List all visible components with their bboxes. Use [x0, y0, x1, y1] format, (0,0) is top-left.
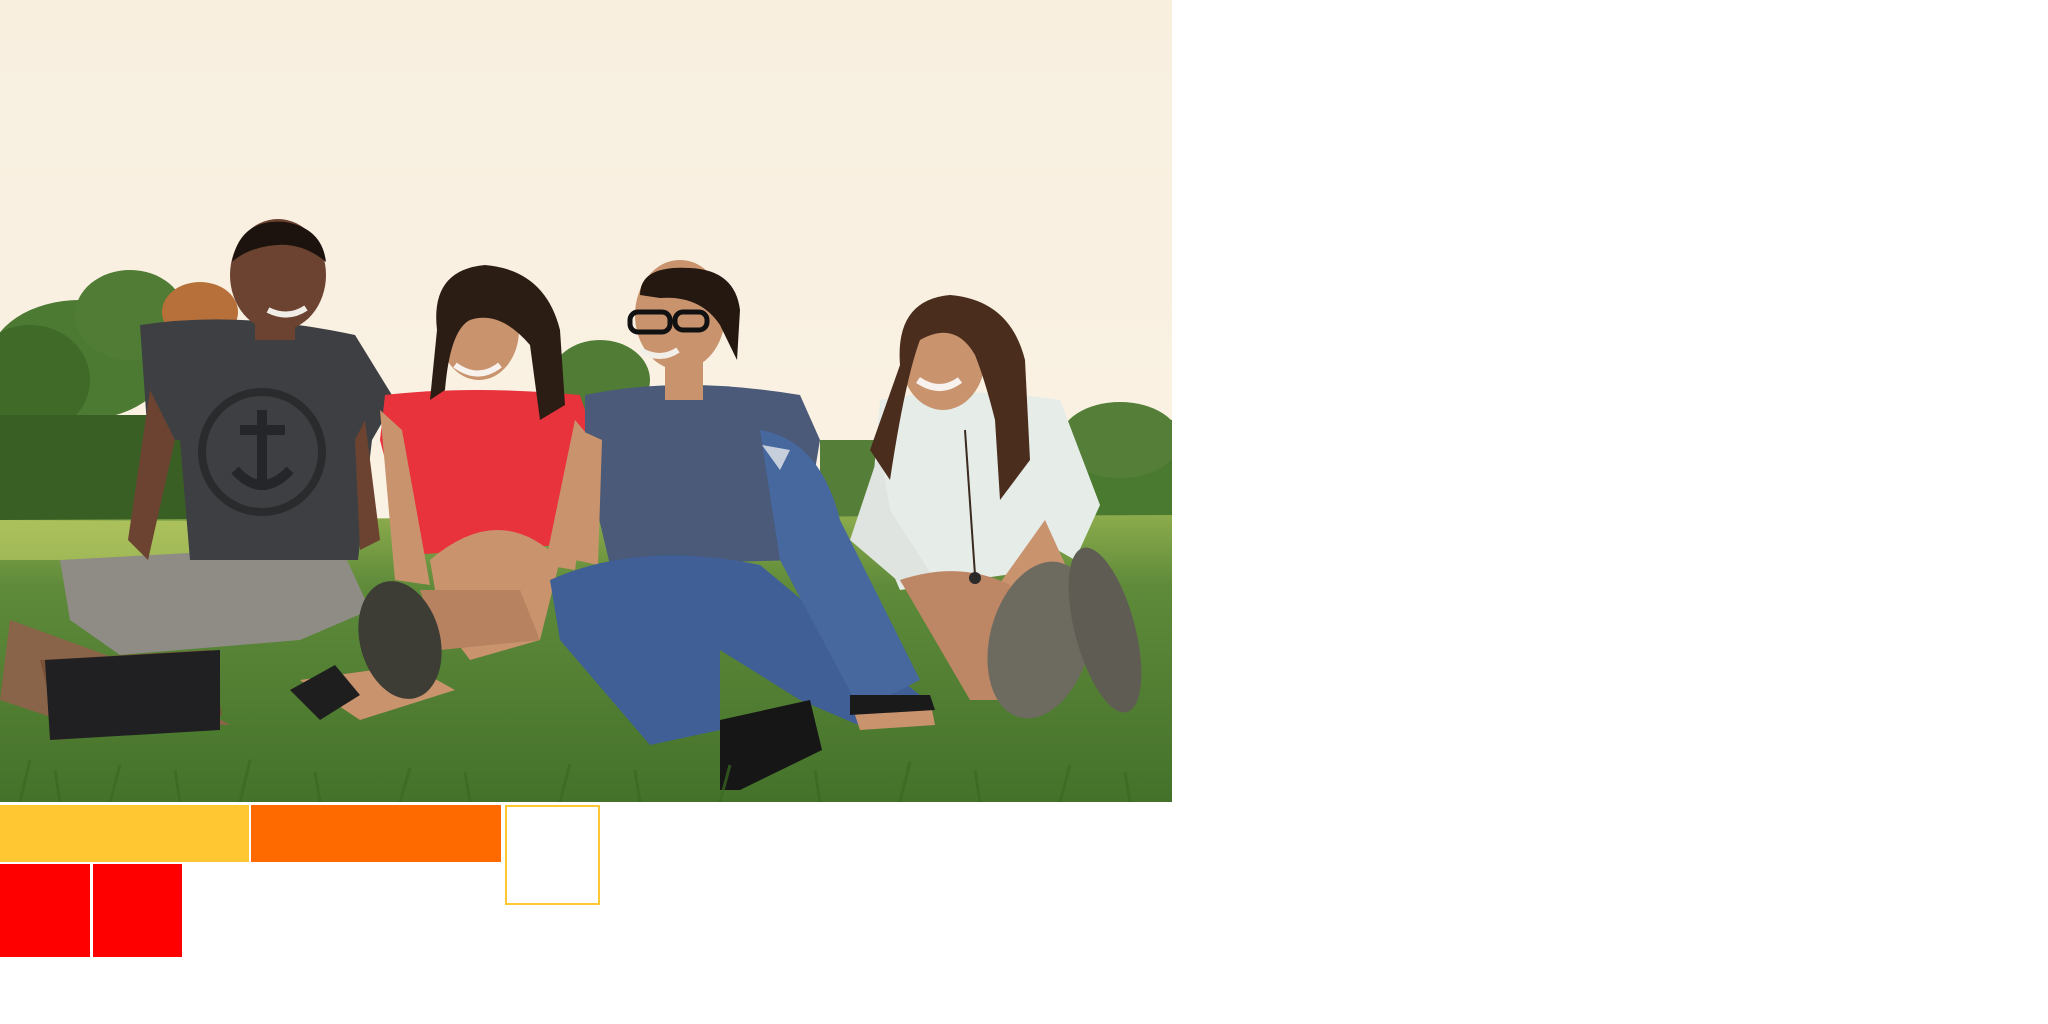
red-square-2 — [93, 864, 182, 957]
group-photo — [0, 0, 1172, 802]
orange-block — [251, 805, 501, 862]
canvas — [0, 0, 2048, 1024]
outline-square — [505, 805, 600, 905]
red-square-1 — [0, 864, 90, 957]
yellow-block — [0, 805, 249, 862]
photo-illustration — [0, 0, 1172, 802]
